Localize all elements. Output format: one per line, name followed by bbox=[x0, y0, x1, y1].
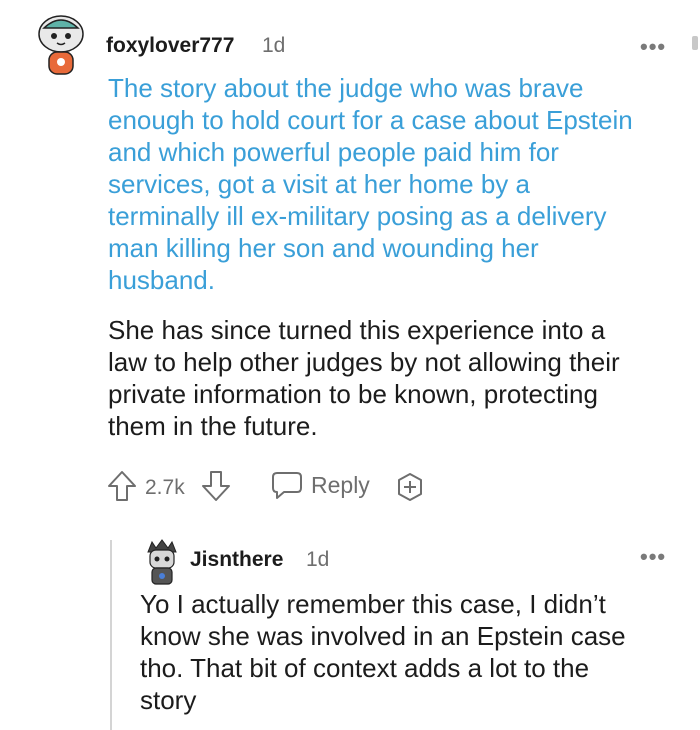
text-line: and which powerful people paid him for bbox=[108, 137, 559, 167]
comment-age: 1d bbox=[262, 34, 286, 57]
vote-count: 2.7k bbox=[145, 476, 185, 499]
reply-label: Reply bbox=[311, 471, 370, 498]
username[interactable]: foxylover777 bbox=[106, 34, 234, 58]
comment-actions: 2.7k Reply bbox=[105, 466, 505, 506]
text-line: terminally ill ex-military posing as a d… bbox=[108, 201, 607, 231]
text-line: man killing her son and wounding her bbox=[108, 233, 539, 263]
comment-foxylover777: foxylover777 1d ••• The story about the … bbox=[0, 0, 700, 520]
text-line: She has since turned this experience int… bbox=[108, 315, 606, 345]
text-line: them in the future. bbox=[108, 411, 318, 441]
highlighted-paragraph: The story about the judge who was brave … bbox=[108, 72, 633, 296]
comment-jisnthere: Jisnthere 1d ••• Yo I actually remember … bbox=[0, 520, 700, 730]
more-options-button[interactable]: ••• bbox=[640, 34, 666, 60]
text-line: services, got a visit at her home by a bbox=[108, 169, 530, 199]
text-line: enough to hold court for a case about Ep… bbox=[108, 105, 633, 135]
arrow-down-icon[interactable] bbox=[201, 470, 231, 502]
text-line: law to help other judges by not allowing… bbox=[108, 347, 620, 377]
text-line: private information to be known, protect… bbox=[108, 379, 598, 409]
arrow-up-icon[interactable] bbox=[107, 470, 137, 502]
speech-bubble-icon bbox=[272, 472, 302, 499]
username[interactable]: Jisnthere bbox=[190, 548, 283, 572]
avatar[interactable] bbox=[144, 538, 180, 588]
text-line: know she was involved in an Epstein case bbox=[140, 621, 626, 651]
comment-paragraph: Yo I actually remember this case, I didn… bbox=[140, 588, 626, 716]
text-line: story bbox=[140, 685, 197, 715]
more-options-button[interactable]: ••• bbox=[640, 544, 666, 570]
avatar[interactable] bbox=[36, 14, 86, 78]
comment-age: 1d bbox=[306, 548, 330, 571]
text-line: husband. bbox=[108, 265, 215, 295]
text-line: Yo I actually remember this case, I didn… bbox=[140, 589, 606, 619]
text-line: tho. That bit of context adds a lot to t… bbox=[140, 653, 590, 683]
text-line: The story about the judge who was brave bbox=[108, 73, 584, 103]
scrollbar-thumb[interactable] bbox=[692, 36, 698, 50]
plus-circle-icon[interactable] bbox=[395, 472, 425, 502]
reply-button[interactable]: Reply bbox=[271, 470, 370, 500]
comment-paragraph: She has since turned this experience int… bbox=[108, 314, 620, 442]
